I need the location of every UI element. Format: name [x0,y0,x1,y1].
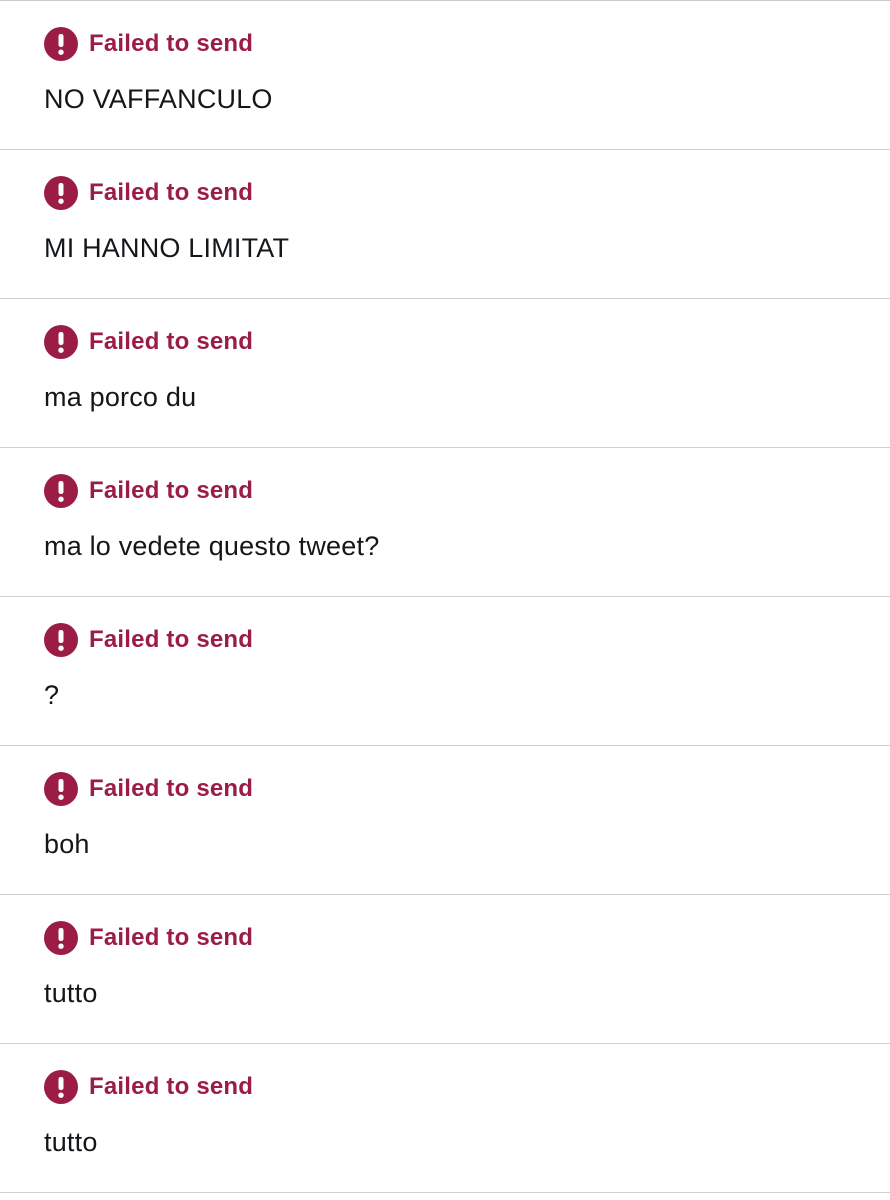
failed-message[interactable]: Failed to send MI HANNO LIMITAT [0,150,890,299]
message-text: boh [44,829,90,859]
failed-message[interactable]: Failed to send NO VAFFANCULO [0,1,890,150]
message-text: NO VAFFANCULO [44,84,273,114]
send-status[interactable]: Failed to send [44,176,253,210]
message-text: tutto [44,978,98,1008]
failed-message[interactable]: Failed to send tutto [0,895,890,1044]
message-text: tutto [44,1127,98,1157]
send-status[interactable]: Failed to send [44,921,253,955]
failed-message[interactable]: Failed to send ma lo vedete questo tweet… [0,448,890,597]
failed-to-send-label: Failed to send [89,477,254,504]
message-text: ma porco du [44,382,197,412]
failed-to-send-label: Failed to send [89,626,254,653]
message-text: ? [44,680,60,710]
message-text: MI HANNO LIMITAT [44,233,290,263]
send-status[interactable]: Failed to send [44,1070,253,1104]
exclamation-circle-icon[interactable] [44,921,78,955]
failed-message[interactable]: Failed to send ma porco du [0,299,890,448]
failed-to-send-label: Failed to send [89,179,254,206]
failed-to-send-label: Failed to send [89,328,254,355]
exclamation-circle-icon[interactable] [44,176,78,210]
failed-to-send-label: Failed to send [89,1073,254,1100]
failed-message[interactable]: Failed to send ? [0,597,890,746]
failed-to-send-label: Failed to send [89,924,254,951]
message-text: ma lo vedete questo tweet? [44,531,380,561]
send-status[interactable]: Failed to send [44,325,253,359]
failed-message[interactable]: Failed to send boh [0,746,890,895]
message-list: Failed to send NO VAFFANCULO Failed to s… [0,0,890,1193]
exclamation-circle-icon[interactable] [44,27,78,61]
failed-to-send-label: Failed to send [89,775,254,802]
exclamation-circle-icon[interactable] [44,1070,78,1104]
exclamation-circle-icon[interactable] [44,474,78,508]
send-status[interactable]: Failed to send [44,623,253,657]
failed-message[interactable]: Failed to send tutto [0,1044,890,1193]
exclamation-circle-icon[interactable] [44,623,78,657]
failed-to-send-label: Failed to send [89,30,254,57]
exclamation-circle-icon[interactable] [44,772,78,806]
send-status[interactable]: Failed to send [44,474,253,508]
exclamation-circle-icon[interactable] [44,325,78,359]
send-status[interactable]: Failed to send [44,27,253,61]
send-status[interactable]: Failed to send [44,772,253,806]
